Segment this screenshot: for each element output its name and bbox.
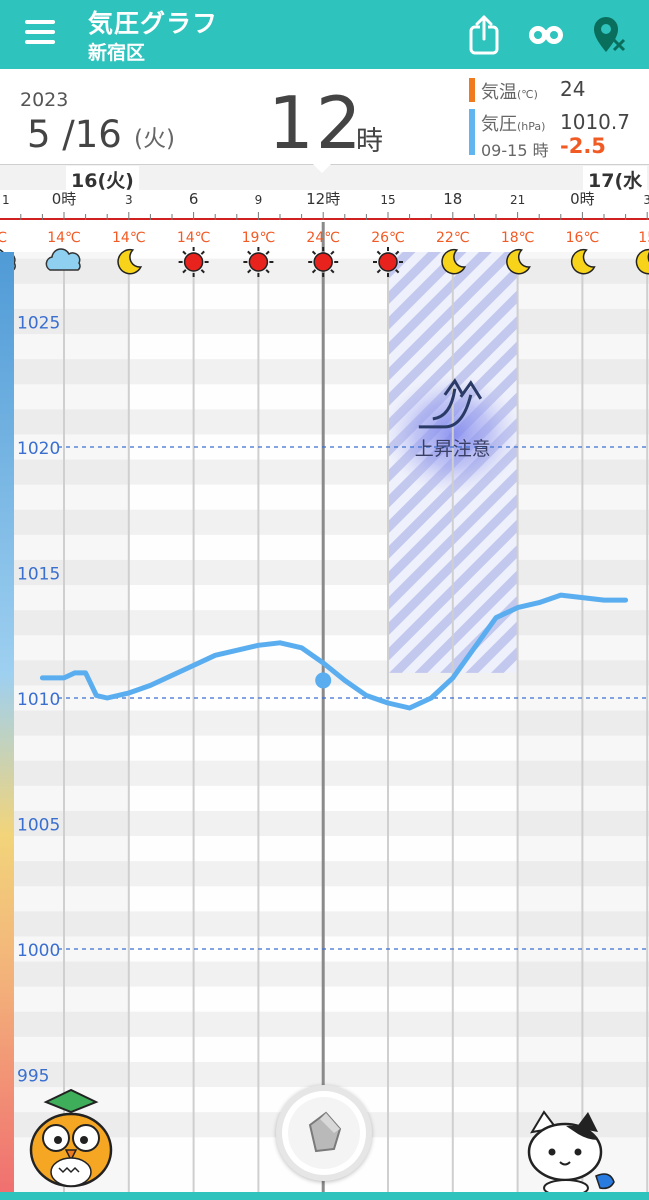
day-label: 17(水 [583,166,648,192]
forecast-temp: 15 [638,230,649,246]
sun-disc [313,252,333,272]
y-tick-label: 1005 [17,816,60,836]
forecast-temp: 22℃ [436,230,470,246]
current-time-pointer [313,164,331,173]
y-tick-label: 1020 [17,439,60,459]
owl-mascot[interactable] [24,1088,119,1198]
forecast-temp: 16℃ [566,230,600,246]
ruler-ticks: 1 0時 3 6 9 12時 15 18 21 0時 3 [2,190,649,220]
sun-disc [248,252,269,272]
info-panel: 2023 5 /16 (火) 12 時 気温(℃) 24 気圧(hPa) 101… [0,69,649,165]
selected-hour: 12 [268,81,364,165]
hour-label: 0時 [570,190,595,208]
pressure-value: 1010.7 [560,110,630,134]
bottom-accent-bar [0,1192,649,1200]
hour-label: 15 [380,193,395,207]
hour-label: 21 [510,193,525,207]
temp-value: 24 [560,77,586,101]
sun-disc [183,252,204,272]
hour-ruler[interactable]: 1 0時 3 6 9 12時 15 18 21 0時 3 [0,190,649,220]
y-tick-label: 995 [17,1067,49,1087]
date: 5 /16 [27,113,122,156]
delta-range: 09-15 時 [481,141,549,160]
pressure-button[interactable] [276,1085,372,1181]
temperature-scale-bar [0,252,14,1192]
location-name: 新宿区 [88,42,146,64]
y-tick-label: 1025 [17,314,60,334]
forecast-temp: 24℃ [306,230,340,246]
y-tick-label: 1010 [17,690,60,710]
binoculars-icon[interactable] [526,14,566,56]
hour-label: 9 [255,193,263,207]
day-label: 16(火) [66,166,139,192]
forecast-temp: ℃ [0,230,7,246]
hour-label: 0時 [52,190,77,208]
forecast-temp: 14℃ [112,230,146,246]
sun-disc [378,252,398,272]
cat-mascot[interactable] [526,1110,626,1200]
map-pin-icon[interactable] [588,14,628,56]
pressure-button-icon [288,1097,360,1169]
day-of-week: (火) [134,126,175,152]
y-tick-label: 1015 [17,565,60,585]
menu-icon[interactable] [25,20,55,48]
hour-unit: 時 [356,126,383,157]
pressure-chart[interactable]: ℃ 14℃ 14℃ 14℃ 19℃ 24℃ 26℃ 22℃ 18℃ 16℃ 15 上昇注意 1025… [0,222,649,1192]
forecast-temp: 19℃ [242,230,276,246]
hour-label: 12時 [306,190,340,208]
pressure-delta: -2.5 [560,134,606,158]
hour-label: 1 [2,193,10,207]
pressure-legend-swatch [469,109,475,155]
share-icon[interactable] [466,14,506,56]
temp-legend-swatch [469,78,475,102]
y-tick-label: 1000 [17,941,60,961]
hour-label: 3 [643,193,649,207]
temp-legend-label: 気温(℃) [481,82,538,103]
current-pressure-marker[interactable] [315,672,332,689]
forecast-temp: 18℃ [501,230,535,246]
hour-label: 3 [125,193,133,207]
year: 2023 [20,89,69,111]
hour-label: 6 [189,190,199,208]
pressure-legend-label: 気圧(hPa) [481,114,546,135]
forecast-temp: 14℃ [177,230,211,246]
forecast-temp: 26℃ [371,230,405,246]
hour-label: 18 [443,190,462,208]
app-header: 気圧グラフ 新宿区 [0,0,649,69]
app-title: 気圧グラフ [88,9,219,38]
warning-label: 上昇注意 [415,438,491,460]
forecast-temp: 14℃ [47,230,81,246]
